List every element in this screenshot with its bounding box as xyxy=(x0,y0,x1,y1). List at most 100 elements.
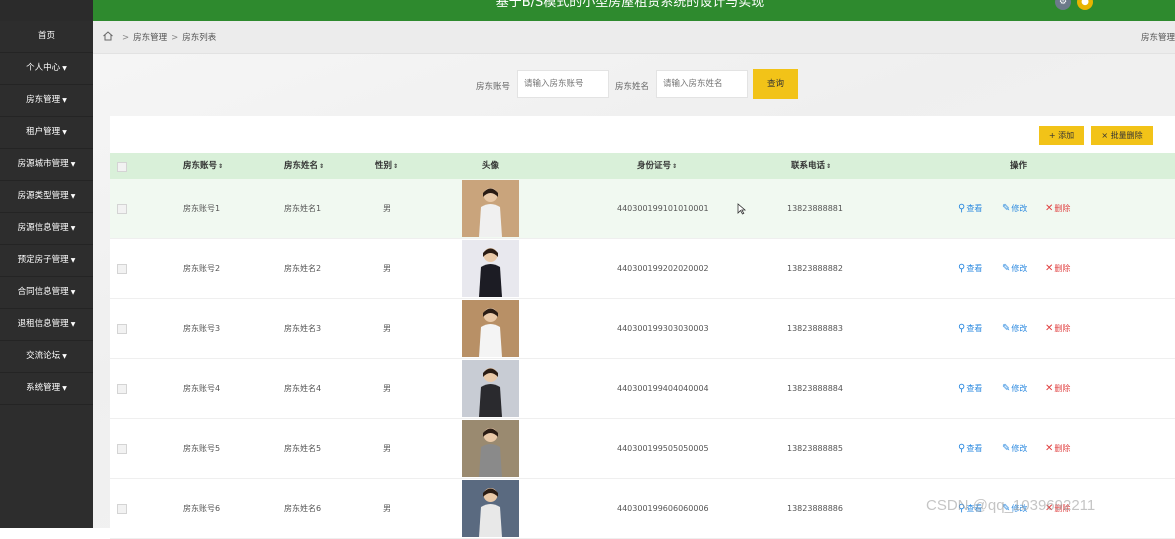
sort-icon: ⇕ xyxy=(393,163,399,170)
column-header-name[interactable]: 房东姓名⇕ xyxy=(284,153,324,179)
row-checkbox[interactable] xyxy=(117,264,127,274)
add-button[interactable]: + 添加 xyxy=(1039,126,1084,145)
cell-name: 房东姓名2 xyxy=(284,264,322,273)
account-search-input[interactable] xyxy=(517,70,609,98)
sort-icon: ⇕ xyxy=(826,163,832,170)
sidebar-item-label: 个人中心 xyxy=(26,63,61,73)
search-form: 房东账号 房东姓名 查询 xyxy=(93,69,1175,101)
sidebar-item-listing-management[interactable]: 房源信息管理 ▼ xyxy=(0,213,93,245)
watermark: CSDN @qq_1039692211 xyxy=(926,497,1096,514)
query-button[interactable]: 查询 xyxy=(753,69,798,99)
avatar-photo xyxy=(462,180,519,237)
row-checkbox[interactable] xyxy=(117,384,127,394)
sort-icon: ⇕ xyxy=(218,163,224,170)
row-checkbox[interactable] xyxy=(117,204,127,214)
sort-icon: ⇕ xyxy=(672,163,678,170)
column-header-gender[interactable]: 性别⇕ xyxy=(375,153,398,179)
breadcrumb-right-title: 房东管理 xyxy=(1140,33,1175,43)
sidebar-item-system-management[interactable]: 系统管理 ▼ xyxy=(0,373,93,405)
settings-icon[interactable]: ⚙ xyxy=(1055,0,1071,10)
delete-button[interactable]: ✕删除 xyxy=(1045,179,1070,238)
close-icon: ✕ xyxy=(1045,323,1054,334)
close-icon: ✕ xyxy=(1045,443,1054,454)
delete-button[interactable]: ✕删除 xyxy=(1045,419,1070,478)
cell-account: 房东账号3 xyxy=(183,324,221,333)
table-row[interactable]: 房东账号3 房东姓名3 男 440300199303030003 13823888883… xyxy=(110,299,1175,359)
column-header-phone[interactable]: 联系电话⇕ xyxy=(791,153,831,179)
breadcrumb: > 房东管理 > 房东列表 房东管理 xyxy=(93,21,1175,54)
main-content: >房东管理>房东列表 房东管理 房东账号 房东姓名 查询 + 添加 × 批量删除… xyxy=(93,21,1175,539)
delete-button[interactable]: ✕删除 xyxy=(1045,299,1070,358)
sidebar-item-label: 首页 xyxy=(37,31,55,41)
sidebar-item-forum[interactable]: 交流论坛 ▼ xyxy=(0,341,93,373)
cell-phone: 13823888886 xyxy=(787,504,843,513)
sidebar-item-label: 交流论坛 xyxy=(26,351,61,361)
edit-button[interactable]: ✎修改 xyxy=(1002,359,1027,418)
search-icon: ⚲ xyxy=(958,203,966,214)
breadcrumb-level2: 房东列表 xyxy=(182,33,217,43)
sidebar-item-city-management[interactable]: 房源城市管理 ▼ xyxy=(0,149,93,181)
sidebar-item-label: 租户管理 xyxy=(26,127,61,137)
breadcrumb-level1[interactable]: 房东管理 xyxy=(133,33,167,43)
edit-button[interactable]: ✎修改 xyxy=(1002,419,1027,478)
cell-id-number: 440300199606060006 xyxy=(617,504,709,513)
cell-name: 房东姓名6 xyxy=(284,504,322,513)
sidebar-item-booking-management[interactable]: 预定房子管理 ▼ xyxy=(0,245,93,277)
batch-delete-button[interactable]: × 批量删除 xyxy=(1091,126,1153,145)
row-checkbox[interactable] xyxy=(117,324,127,334)
user-avatar-icon[interactable]: ● xyxy=(1077,0,1093,10)
select-all-checkbox[interactable] xyxy=(117,162,127,172)
cell-name: 房东姓名3 xyxy=(284,324,322,333)
name-label: 房东姓名 xyxy=(615,82,650,92)
sidebar: 首页 个人中心 ▼ 房东管理 ▼ 租户管理 ▼ 房源城市管理 ▼ 房源类型管理 ▼ 房源信… xyxy=(0,21,93,528)
search-icon: ⚲ xyxy=(958,443,966,454)
row-checkbox[interactable] xyxy=(117,504,127,514)
view-button[interactable]: ⚲查看 xyxy=(958,419,982,478)
row-checkbox[interactable] xyxy=(117,444,127,454)
pencil-icon: ✎ xyxy=(1002,383,1011,394)
delete-button[interactable]: ✕删除 xyxy=(1045,239,1070,298)
sidebar-item-home[interactable]: 首页 xyxy=(0,21,93,53)
view-button[interactable]: ⚲查看 xyxy=(958,299,982,358)
sidebar-item-personal-center[interactable]: 个人中心 ▼ xyxy=(0,53,93,85)
cell-id-number: 440300199404040004 xyxy=(617,384,709,393)
view-button[interactable]: ⚲查看 xyxy=(958,179,982,238)
avatar-photo xyxy=(462,300,519,357)
cell-phone: 13823888881 xyxy=(787,204,843,213)
view-button[interactable]: ⚲查看 xyxy=(958,359,982,418)
view-button[interactable]: ⚲查看 xyxy=(958,239,982,298)
pencil-icon: ✎ xyxy=(1002,263,1011,274)
delete-button[interactable]: ✕删除 xyxy=(1045,359,1070,418)
sidebar-item-label: 房东管理 xyxy=(26,95,61,105)
sidebar-item-checkout-management[interactable]: 退租信息管理 ▼ xyxy=(0,309,93,341)
edit-button[interactable]: ✎修改 xyxy=(1002,299,1027,358)
table-row[interactable]: 房东账号1 房东姓名1 男 440300199101010001 13823888881… xyxy=(110,179,1175,239)
caret-down-icon: ▼ xyxy=(62,65,67,72)
search-icon: ⚲ xyxy=(958,323,966,334)
table-row[interactable]: 房东账号4 房东姓名4 男 440300199404040004 13823888884… xyxy=(110,359,1175,419)
edit-button[interactable]: ✎修改 xyxy=(1002,179,1027,238)
caret-down-icon: ▼ xyxy=(62,353,67,360)
sidebar-item-label: 预定房子管理 xyxy=(17,255,69,265)
edit-button[interactable]: ✎修改 xyxy=(1002,239,1027,298)
sidebar-item-contract-management[interactable]: 合同信息管理 ▼ xyxy=(0,277,93,309)
sidebar-item-label: 系统管理 xyxy=(26,383,61,393)
home-icon[interactable] xyxy=(102,30,114,42)
table-row[interactable]: 房东账号2 房东姓名2 男 440300199202020002 13823888882… xyxy=(110,239,1175,299)
cell-gender: 男 xyxy=(383,264,391,273)
column-header-account[interactable]: 房东账号⇕ xyxy=(183,153,223,179)
column-header-id-number[interactable]: 身份证号⇕ xyxy=(637,153,677,179)
cell-phone: 13823888885 xyxy=(787,444,843,453)
sidebar-item-tenant-management[interactable]: 租户管理 ▼ xyxy=(0,117,93,149)
sidebar-item-type-management[interactable]: 房源类型管理 ▼ xyxy=(0,181,93,213)
sidebar-item-landlord-management[interactable]: 房东管理 ▼ xyxy=(0,85,93,117)
table-panel: + 添加 × 批量删除 房东账号⇕ 房东姓名⇕ 性别⇕ 头像 身份证号⇕ 联系电… xyxy=(110,116,1175,539)
sidebar-item-label: 合同信息管理 xyxy=(17,287,69,297)
caret-down-icon: ▼ xyxy=(70,257,76,264)
cell-gender: 男 xyxy=(383,504,391,513)
name-search-input[interactable] xyxy=(656,70,748,98)
cell-name: 房东姓名5 xyxy=(284,444,322,453)
table-header: 房东账号⇕ 房东姓名⇕ 性别⇕ 头像 身份证号⇕ 联系电话⇕ 操作 xyxy=(110,153,1175,179)
sidebar-item-label: 房源类型管理 xyxy=(17,191,69,201)
table-row[interactable]: 房东账号5 房东姓名5 男 440300199505050005 13823888885… xyxy=(110,419,1175,479)
